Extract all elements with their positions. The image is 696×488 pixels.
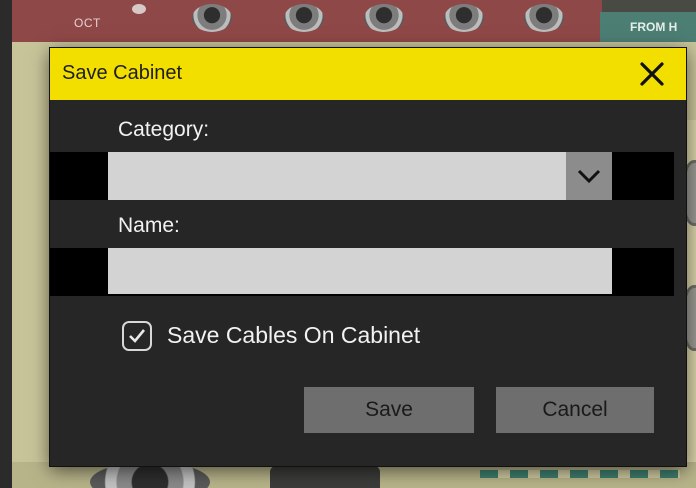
dialog-titlebar: Save Cabinet [50,48,686,100]
close-icon[interactable] [638,60,666,88]
save-button[interactable]: Save [304,387,474,433]
save-cables-label[interactable]: Save Cables On Cabinet [167,322,420,349]
jack-icon [192,4,232,32]
cancel-button[interactable]: Cancel [496,387,654,433]
chevron-down-icon [577,169,601,184]
bottom-module-handle [270,466,380,488]
jack-icon [444,4,484,32]
oct-label: OCT [74,16,101,30]
name-input[interactable] [108,248,612,294]
jack-icon [364,4,404,32]
patch-cable [480,470,680,478]
from-label: FROM H [630,20,678,34]
jack-icon [284,4,324,32]
save-cabinet-dialog: Save Cabinet Category: Name: Save Cables… [50,48,686,466]
category-label: Category: [118,118,210,141]
save-cables-checkbox[interactable] [122,321,152,351]
category-dropdown-button[interactable] [566,152,612,200]
octave-knob [132,4,146,14]
name-label: Name: [118,214,180,237]
rack-left-rail [0,0,12,488]
category-select[interactable] [108,152,612,200]
oscillator-module-panel: OCT [12,0,602,44]
check-icon [129,329,146,343]
jack-icon [524,4,564,32]
dialog-title: Save Cabinet [62,62,183,84]
